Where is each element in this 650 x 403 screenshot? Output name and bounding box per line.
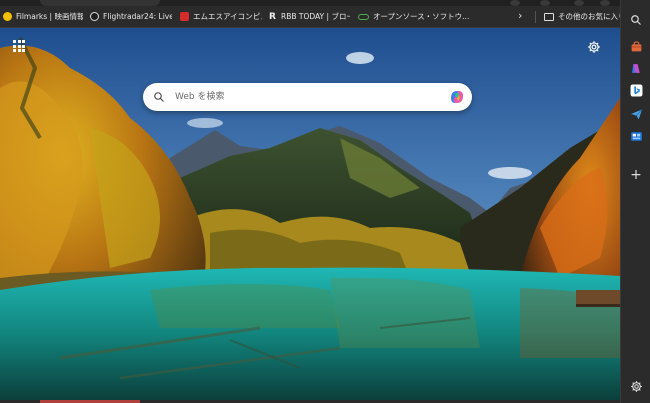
osdn-icon [358, 13, 369, 20]
apps-grid-icon[interactable] [13, 40, 25, 52]
favorite-osdn[interactable]: オープンソース・ソフトウ... [358, 6, 508, 27]
sidebar-search-icon[interactable] [628, 12, 644, 28]
other-favorites-label: その他のお気に入り [558, 12, 626, 21]
rbb-icon: R [268, 11, 277, 22]
chevron-right-icon[interactable]: › [518, 9, 522, 22]
favorite-label: RBB TODAY | ブロード... [281, 12, 350, 21]
search-input[interactable] [173, 91, 437, 103]
shopping-bag-icon[interactable] [628, 38, 644, 54]
bing-icon[interactable] [628, 82, 644, 98]
add-icon[interactable]: + [628, 167, 644, 183]
sidebar-copilot-icon[interactable] [628, 60, 644, 76]
favorites-bar: Filmarks | 映画情報... Flightradar24: Live F… [0, 6, 626, 28]
favorite-label: エムエスアイコンピューター... [193, 12, 262, 21]
favorite-filmarks[interactable]: Filmarks | 映画情報... [3, 6, 83, 27]
filmarks-icon [3, 12, 12, 21]
folder-icon [544, 12, 554, 21]
favorite-msi[interactable]: エムエスアイコンピューター... [180, 6, 262, 27]
search-box[interactable] [143, 83, 472, 111]
other-favorites-button[interactable]: その他のお気に入り [544, 6, 626, 27]
sidebar-settings-gear-icon[interactable] [628, 378, 644, 394]
favorite-flightradar[interactable]: Flightradar24: Live F... [90, 6, 172, 27]
favorite-label: Flightradar24: Live F... [103, 12, 172, 21]
send-icon[interactable] [628, 106, 644, 122]
favorite-rbb[interactable]: R RBB TODAY | ブロード... [268, 6, 350, 27]
page-settings-gear-icon[interactable] [587, 39, 601, 53]
search-icon [154, 92, 164, 102]
flightradar-icon [90, 12, 99, 21]
outlook-icon[interactable] [628, 128, 644, 144]
edge-sidebar: + [620, 0, 650, 403]
favorite-label: Filmarks | 映画情報... [16, 12, 83, 21]
divider [535, 11, 536, 23]
copilot-icon[interactable] [448, 88, 466, 106]
msi-icon [180, 12, 189, 21]
favorite-label: オープンソース・ソフトウ... [373, 12, 470, 21]
